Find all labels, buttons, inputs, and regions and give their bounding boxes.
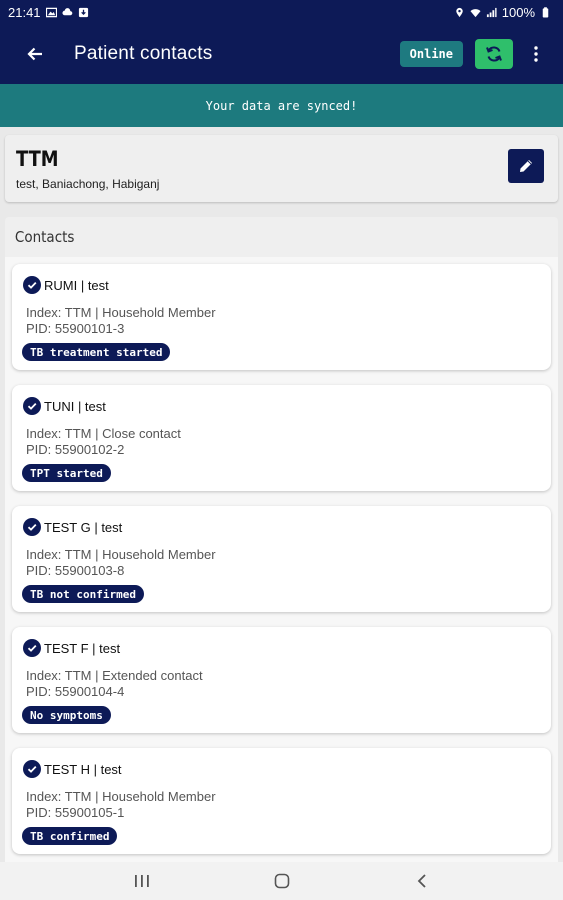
signal-icon [486, 7, 497, 17]
battery-icon [542, 6, 549, 18]
more-options-button[interactable] [525, 39, 547, 69]
check-circle-icon [23, 760, 41, 778]
home-icon [274, 873, 289, 889]
edit-patient-button[interactable] [508, 149, 544, 183]
battery-percent: 100% [501, 4, 535, 20]
contact-card[interactable]: TEST G | test Index: TTM | Household Mem… [12, 506, 551, 612]
check-circle-icon [23, 518, 41, 536]
contact-card[interactable]: TEST H | test Index: TTM | Household Mem… [12, 748, 551, 854]
back-chevron-icon [417, 874, 426, 888]
contact-status-badge: TB confirmed [22, 827, 118, 845]
image-notification-icon [45, 7, 57, 17]
contact-name: TEST F | test [44, 640, 121, 656]
contact-index: Index: TTM | Household Member [26, 789, 216, 804]
contact-index: Index: TTM | Close contact [26, 426, 181, 441]
contact-pid: PID: 55900101-3 [26, 321, 125, 336]
contact-pid: PID: 55900104-4 [26, 684, 125, 699]
sync-button[interactable] [475, 39, 513, 69]
contact-pid: PID: 55900102-2 [26, 442, 125, 457]
pencil-icon [520, 160, 532, 172]
contact-name: TEST H | test [44, 761, 122, 777]
contact-status-badge: TB not confirmed [22, 585, 144, 603]
home-button[interactable] [262, 866, 302, 896]
more-vert-icon [534, 46, 538, 62]
contact-card[interactable]: RUMI | test Index: TTM | Household Membe… [12, 264, 551, 370]
check-circle-icon [23, 639, 41, 657]
contact-name: RUMI | test [44, 277, 109, 293]
nav-back-button[interactable] [402, 866, 442, 896]
online-status-badge: Online [399, 41, 463, 67]
wifi-icon [470, 8, 481, 17]
contact-status-badge: TPT started [22, 464, 111, 482]
contact-name: TUNI | test [44, 398, 106, 414]
contacts-header: Contacts [14, 228, 75, 246]
system-nav-bar [0, 862, 563, 900]
page-title: Patient contacts [74, 43, 213, 64]
check-circle-icon [23, 397, 41, 415]
check-circle-icon [23, 276, 41, 294]
sync-icon [486, 46, 502, 62]
contact-card[interactable]: TUNI | test Index: TTM | Close contact P… [12, 385, 551, 491]
contact-status-badge: TB treatment started [22, 343, 171, 361]
contact-status-badge: No symptoms [22, 706, 111, 724]
arrow-back-icon [27, 47, 42, 61]
location-icon [456, 7, 463, 17]
download-notification-icon [78, 7, 88, 17]
contact-index: Index: TTM | Extended contact [26, 668, 203, 683]
status-bar: 21:41 100% [0, 0, 563, 24]
app-header: 21:41 100% Patient contacts Online [0, 0, 563, 84]
contact-pid: PID: 55900103-8 [26, 563, 125, 578]
status-time: 21:41 [8, 4, 41, 20]
patient-location: test, Baniachong, Habiganj [16, 177, 160, 191]
contact-index: Index: TTM | Household Member [26, 305, 216, 320]
contact-list: RUMI | test Index: TTM | Household Membe… [5, 257, 558, 862]
contact-card[interactable]: TEST F | test Index: TTM | Extended cont… [12, 627, 551, 733]
contacts-panel: Contacts RUMI | test Index: TTM | Househ… [5, 217, 558, 862]
back-button[interactable] [18, 37, 52, 71]
toolbar: Patient contacts Online [0, 24, 563, 84]
recents-button[interactable] [122, 866, 162, 896]
contact-index: Index: TTM | Household Member [26, 547, 216, 562]
contact-pid: PID: 55900105-1 [26, 805, 125, 820]
contact-name: TEST G | test [44, 519, 123, 535]
patient-name: TTM [16, 147, 59, 171]
cloud-notification-icon [62, 7, 72, 15]
sync-status-banner: Your data are synced! [0, 84, 563, 127]
patient-card: TTM test, Baniachong, Habiganj [5, 135, 558, 202]
recents-icon [134, 875, 149, 887]
